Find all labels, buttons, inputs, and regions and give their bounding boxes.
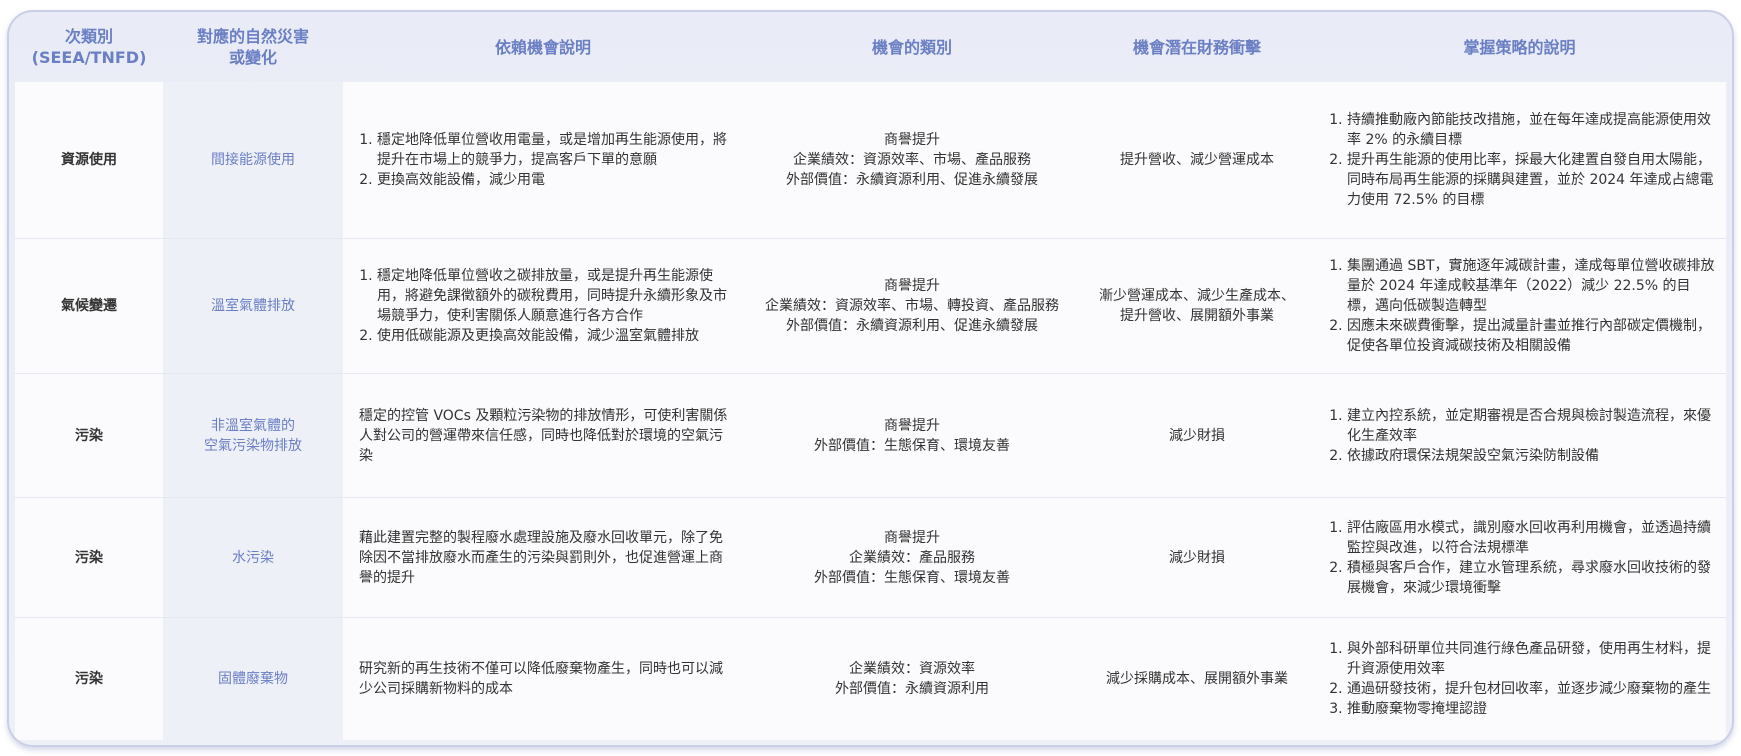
header-dependency: 依賴機會說明 — [494, 37, 591, 57]
opportunity-type-line: 外部價值：永續資源利用 — [835, 681, 989, 697]
row-strategy: 評估廠區用水模式，識別廢水回收再利用機會，並透過持續監控與改進，以符合法規標準積… — [1313, 497, 1726, 617]
row-dependency: 研究新的再生技術不僅可以降低廢棄物產生，同時也可以減少公司採購新物料的成本 — [343, 617, 743, 740]
list-item: 提升再生能源的使用比率，採最大化建置自發自用太陽能，同時布局再生能源的採購與建置… — [1347, 150, 1716, 210]
strategy-list: 建立內控系統，並定期審視是否合規與檢討製造流程，來優化生產效率依據政府環保法規架… — [1329, 406, 1716, 466]
opportunity-type-line: 商譽提升 — [884, 529, 940, 546]
list-item: 依據政府環保法規架設空氣污染防制設備 — [1347, 446, 1716, 466]
header-subcategory: 次類別 (SEEA/TNFD) — [31, 27, 147, 67]
row-opportunity-type: 商譽提升企業績效：資源效率、市場、轉投資、產品服務 外部價值：永續資源利用、促進永… — [743, 238, 1081, 373]
opportunity-type-line: 商譽提升 — [884, 132, 940, 148]
opportunity-type-line: 外部價值：永續資源利用、促進永續發展 — [786, 318, 1038, 334]
row-hazard: 溫室氣體排放 — [163, 238, 343, 373]
list-item: 通過研發技術，提升包材回收率，並逐步減少廢棄物的產生 — [1347, 679, 1716, 699]
list-item: 與外部科研單位共同進行綠色產品研發，使用再生材料，提升資源使用效率 — [1347, 639, 1716, 679]
row-dependency: 穩定的控管 VOCs 及顆粒污染物的排放情形，可使利害關係人對公司的營運帶來信任… — [343, 373, 743, 497]
row-opportunity-type: 企業績效：資源效率 外部價值：永續資源利用 — [743, 617, 1081, 740]
row-hazard: 固體廢棄物 — [163, 617, 343, 740]
dependency-list: 穩定地降低單位營收之碳排放量，或是提升再生能源使用，將避免課徵額外的碳稅費用，同… — [359, 266, 733, 346]
header-strategy: 掌握策略的說明 — [1463, 37, 1576, 57]
opportunity-type-line: 外部價值：生態保育、環境友善 — [814, 569, 1010, 586]
row-hazard: 間接能源使用 — [163, 82, 343, 238]
row-subcategory: 氣候變遷 — [15, 238, 163, 373]
header-financial-impact: 機會潛在財務衝擊 — [1132, 37, 1261, 57]
dependency-list: 穩定地降低單位營收用電量，或是增加再生能源使用，將提升在市場上的競爭力，提高客戶… — [359, 130, 733, 190]
financial-impact-line: 減少採購成本、展開額外事業 — [1106, 671, 1288, 687]
row-opportunity-type: 商譽提升企業績效：資源效率、市場、產品服務 外部價值：永續資源利用、促進永續發展 — [743, 82, 1081, 238]
dependency-text: 研究新的再生技術不僅可以降低廢棄物產生，同時也可以減少公司採購新物料的成本 — [359, 661, 723, 697]
hazard-text: 非溫室氣體的 空氣污染物排放 — [204, 417, 302, 454]
subcategory-text: 資源使用 — [61, 152, 117, 168]
row-subcategory: 污染 — [15, 617, 163, 740]
opportunity-type-line: 外部價值：永續資源利用、促進永續發展 — [786, 172, 1038, 188]
strategy-list: 持續推動廠內節能技改措施，並在每年達成提高能源使用效率 2% 的永續目標提升再生… — [1329, 110, 1716, 210]
subcategory-text: 污染 — [75, 549, 103, 566]
row-strategy: 與外部科研單位共同進行綠色產品研發，使用再生材料，提升資源使用效率通過研發技術，… — [1313, 617, 1726, 740]
row-subcategory: 污染 — [15, 373, 163, 497]
list-item: 使用低碳能源及更換高效能設備，減少溫室氣體排放 — [377, 326, 733, 346]
table-card: 次類別 (SEEA/TNFD) 對應的自然災害 或變化 依賴機會說明 機會的類別… — [7, 10, 1734, 747]
list-item: 積極與客戶合作，建立水管理系統，尋求廢水回收技術的發展機會，來減少環境衝擊 — [1347, 558, 1716, 598]
subcategory-text: 污染 — [75, 427, 103, 444]
opportunity-type-line: 商譽提升 — [884, 278, 940, 294]
financial-impact-line: 提升營收、減少營運成本 — [1120, 152, 1274, 168]
hazard-text: 固體廢棄物 — [218, 671, 288, 687]
list-item: 穩定地降低單位營收之碳排放量，或是提升再生能源使用，將避免課徵額外的碳稅費用，同… — [377, 266, 733, 326]
hazard-text: 間接能源使用 — [211, 152, 295, 168]
list-item: 持續推動廠內節能技改措施，並在每年達成提高能源使用效率 2% 的永續目標 — [1347, 110, 1716, 150]
list-item: 因應未來碳費衝擊，提出減量計畫並推行內部碳定價機制，促使各單位投資減碳技術及相關… — [1347, 316, 1716, 356]
strategy-list: 評估廠區用水模式，識別廢水回收再利用機會，並透過持續監控與改進，以符合法規標準積… — [1329, 518, 1716, 598]
row-dependency: 藉此建置完整的製程廢水處理設施及廢水回收單元，除了免除因不當排放廢水而產生的污染… — [343, 497, 743, 617]
row-opportunity-type: 商譽提升外部價值：生態保育、環境友善 — [743, 373, 1081, 497]
strategy-list: 集團通過 SBT，實施逐年減碳計畫，達成每單位營收碳排放量於 2024 年達成較… — [1329, 256, 1716, 356]
list-item: 評估廠區用水模式，識別廢水回收再利用機會，並透過持續監控與改進，以符合法規標準 — [1347, 518, 1716, 558]
financial-impact-line: 減少財損 — [1169, 549, 1225, 566]
opportunity-type-line: 商譽提升 — [884, 417, 940, 434]
list-item: 更換高效能設備，減少用電 — [377, 170, 733, 190]
row-financial-impact: 漸少營運成本、減少生產成本、 提升營收、展開額外事業 — [1081, 238, 1313, 373]
financial-impact-line: 漸少營運成本、減少生產成本、 — [1099, 288, 1295, 304]
hazard-text: 水污染 — [232, 549, 274, 566]
financial-impact-line: 提升營收、展開額外事業 — [1120, 308, 1274, 324]
row-financial-impact: 提升營收、減少營運成本 — [1081, 82, 1313, 238]
row-strategy: 建立內控系統，並定期審視是否合規與檢討製造流程，來優化生產效率依據政府環保法規架… — [1313, 373, 1726, 497]
opportunity-type-line: 外部價值：生態保育、環境友善 — [814, 437, 1010, 454]
header-hazard: 對應的自然災害 或變化 — [196, 27, 309, 67]
list-item: 穩定地降低單位營收用電量，或是增加再生能源使用，將提升在市場上的競爭力，提高客戶… — [377, 130, 733, 170]
row-financial-impact: 減少採購成本、展開額外事業 — [1081, 617, 1313, 740]
row-financial-impact: 減少財損 — [1081, 373, 1313, 497]
opportunity-type-line: 企業績效：產品服務 — [849, 549, 975, 566]
list-item: 推動廢棄物零掩埋認證 — [1347, 699, 1716, 719]
row-hazard: 水污染 — [163, 497, 343, 617]
row-strategy: 集團通過 SBT，實施逐年減碳計畫，達成每單位營收碳排放量於 2024 年達成較… — [1313, 238, 1726, 373]
dependency-text: 藉此建置完整的製程廢水處理設施及廢水回收單元，除了免除因不當排放廢水而產生的污染… — [359, 529, 723, 586]
header-opportunity-type: 機會的類別 — [871, 37, 952, 57]
opportunity-type-line: 企業績效：資源效率、市場、轉投資、產品服務 — [765, 298, 1059, 314]
hazard-text: 溫室氣體排放 — [211, 298, 295, 314]
strategy-list: 與外部科研單位共同進行綠色產品研發，使用再生材料，提升資源使用效率通過研發技術，… — [1329, 639, 1716, 719]
row-hazard: 非溫室氣體的 空氣污染物排放 — [163, 373, 343, 497]
row-subcategory: 資源使用 — [15, 82, 163, 238]
dependency-text: 穩定的控管 VOCs 及顆粒污染物的排放情形，可使利害關係人對公司的營運帶來信任… — [359, 407, 728, 464]
row-financial-impact: 減少財損 — [1081, 497, 1313, 617]
opportunity-table: 次類別 (SEEA/TNFD) 對應的自然災害 或變化 依賴機會說明 機會的類別… — [15, 12, 1726, 745]
row-dependency: 穩定地降低單位營收之碳排放量，或是提升再生能源使用，將避免課徵額外的碳稅費用，同… — [343, 238, 743, 373]
financial-impact-line: 減少財損 — [1169, 427, 1225, 444]
row-strategy: 持續推動廠內節能技改措施，並在每年達成提高能源使用效率 2% 的永續目標提升再生… — [1313, 82, 1726, 238]
row-opportunity-type: 商譽提升企業績效：產品服務外部價值：生態保育、環境友善 — [743, 497, 1081, 617]
list-item: 建立內控系統，並定期審視是否合規與檢討製造流程，來優化生產效率 — [1347, 406, 1716, 446]
subcategory-text: 污染 — [75, 671, 103, 687]
subcategory-text: 氣候變遷 — [61, 298, 117, 314]
row-subcategory: 污染 — [15, 497, 163, 617]
opportunity-type-line: 企業績效：資源效率 — [849, 661, 975, 677]
row-dependency: 穩定地降低單位營收用電量，或是增加再生能源使用，將提升在市場上的競爭力，提高客戶… — [343, 82, 743, 238]
opportunity-type-line: 企業績效：資源效率、市場、產品服務 — [793, 152, 1031, 168]
list-item: 集團通過 SBT，實施逐年減碳計畫，達成每單位營收碳排放量於 2024 年達成較… — [1347, 256, 1716, 316]
